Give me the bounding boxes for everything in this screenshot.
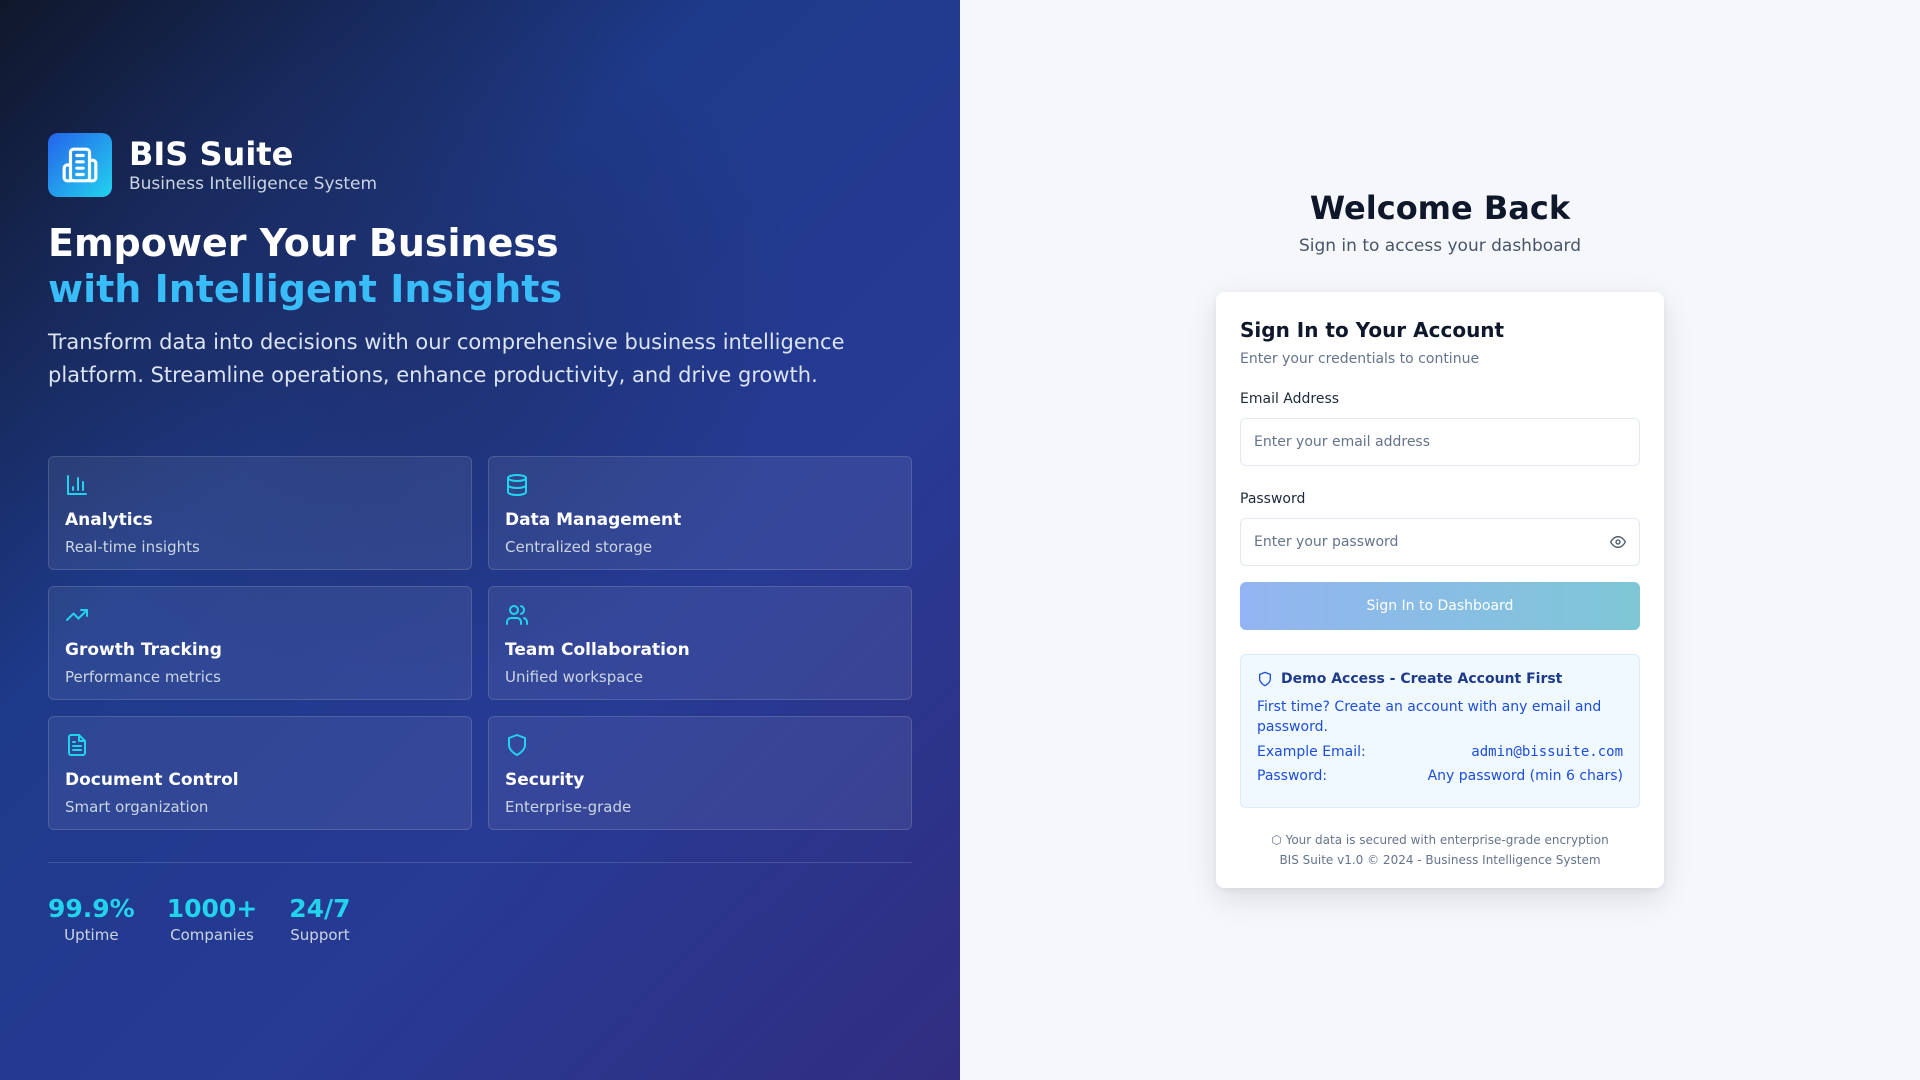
feature-title: Growth Tracking — [65, 640, 222, 660]
demo-email-row: Example Email: admin@bissuite.com — [1257, 743, 1623, 761]
demo-title: Demo Access - Create Account First — [1281, 671, 1563, 687]
shield-icon — [1259, 671, 1271, 687]
form-title: Sign In to Your Account — [1240, 318, 1505, 342]
stat-value: 99.9% — [48, 894, 135, 923]
security-note: ⬡ Your data is secured with enterprise-g… — [1271, 833, 1609, 847]
brand-logo — [48, 133, 112, 197]
demo-text: First time? Create an account with any e… — [1257, 699, 1602, 735]
stat-label: Uptime — [64, 926, 119, 944]
stat-label: Companies — [170, 926, 254, 944]
demo-password-row: Password: Any password (min 6 chars) — [1257, 767, 1623, 785]
password-label: Password — [1240, 491, 1306, 507]
brand-name: BIS Suite — [129, 135, 294, 173]
hero-line-1: Empower Your Business — [48, 221, 559, 265]
feature-title: Analytics — [65, 510, 153, 530]
sign-in-card: Sign In to Your Account Enter your crede… — [1216, 292, 1664, 888]
email-input[interactable] — [1240, 418, 1640, 466]
left-panel: BIS Suite Business Intelligence System E… — [0, 0, 960, 1080]
stat-support: 24/7 Support — [289, 893, 350, 945]
database-icon — [507, 474, 527, 496]
hero-heading: Empower Your Business with Intelligent I… — [48, 220, 562, 312]
feature-card-analytics: Analytics Real-time insights — [48, 456, 472, 570]
divider — [48, 862, 912, 863]
feature-title: Data Management — [505, 510, 682, 530]
eye-icon[interactable] — [1610, 534, 1626, 550]
brand-subtitle: Business Intelligence System — [129, 174, 378, 194]
trending-up-icon — [66, 609, 88, 621]
feature-title: Document Control — [65, 770, 239, 790]
password-input[interactable] — [1240, 518, 1640, 566]
feature-subtitle: Unified workspace — [505, 668, 643, 686]
feature-subtitle: Centralized storage — [505, 538, 653, 556]
brand: BIS Suite Business Intelligence System — [48, 133, 377, 197]
welcome-header: Welcome Back Sign in to access your dash… — [960, 187, 1920, 257]
welcome-title: Welcome Back — [1309, 189, 1571, 227]
feature-card-data-management: Data Management Centralized storage — [488, 456, 912, 570]
feature-card-document-control: Document Control Smart organization — [48, 716, 472, 830]
feature-title: Team Collaboration — [505, 640, 690, 660]
bar-chart-icon — [67, 475, 87, 495]
hero-description: Transform data into decisions with our c… — [48, 330, 845, 387]
feature-subtitle: Enterprise-grade — [505, 798, 632, 816]
feature-card-team-collaboration: Team Collaboration Unified workspace — [488, 586, 912, 700]
feature-subtitle: Performance metrics — [65, 668, 221, 686]
users-icon — [506, 605, 528, 625]
sign-in-button[interactable]: Sign In to Dashboard — [1240, 582, 1640, 630]
password-field — [1240, 508, 1640, 566]
welcome-subtitle: Sign in to access your dashboard — [1298, 236, 1582, 256]
shield-icon — [508, 734, 526, 756]
stat-value: 24/7 — [289, 894, 351, 923]
feature-subtitle: Real-time insights — [65, 538, 200, 556]
version-note: BIS Suite v1.0 © 2024 - Business Intelli… — [1279, 853, 1601, 867]
email-label: Email Address — [1240, 391, 1340, 407]
feature-card-security: Security Enterprise-grade — [488, 716, 912, 830]
feature-card-growth-tracking: Growth Tracking Performance metrics — [48, 586, 472, 700]
stat-companies: 1000+ Companies — [167, 893, 258, 945]
stats-row: 99.9% Uptime 1000+ Companies 24/7 Suppor… — [48, 893, 351, 945]
building-icon — [62, 147, 98, 183]
stat-uptime: 99.9% Uptime — [48, 893, 135, 945]
card-footer: ⬡ Your data is secured with enterprise-g… — [1240, 830, 1640, 870]
demo-header: Demo Access - Create Account First — [1257, 671, 1623, 687]
stat-label: Support — [290, 926, 350, 944]
feature-grid: Analytics Real-time insights Data Manage… — [48, 456, 912, 830]
right-panel: Welcome Back Sign in to access your dash… — [960, 0, 1920, 1080]
form-subtitle: Enter your credentials to continue — [1240, 351, 1480, 367]
demo-email-label: Example Email: — [1257, 744, 1366, 760]
document-icon — [68, 734, 86, 756]
demo-email-value: admin@bissuite.com — [1471, 744, 1623, 760]
demo-access-box: Demo Access - Create Account First First… — [1240, 654, 1640, 808]
demo-password-value: Any password (min 6 chars) — [1427, 768, 1623, 784]
stat-value: 1000+ — [166, 894, 258, 923]
feature-subtitle: Smart organization — [65, 798, 209, 816]
demo-password-label: Password: — [1257, 768, 1328, 784]
hero-line-2: with Intelligent Insights — [48, 267, 563, 311]
feature-title: Security — [505, 770, 585, 790]
